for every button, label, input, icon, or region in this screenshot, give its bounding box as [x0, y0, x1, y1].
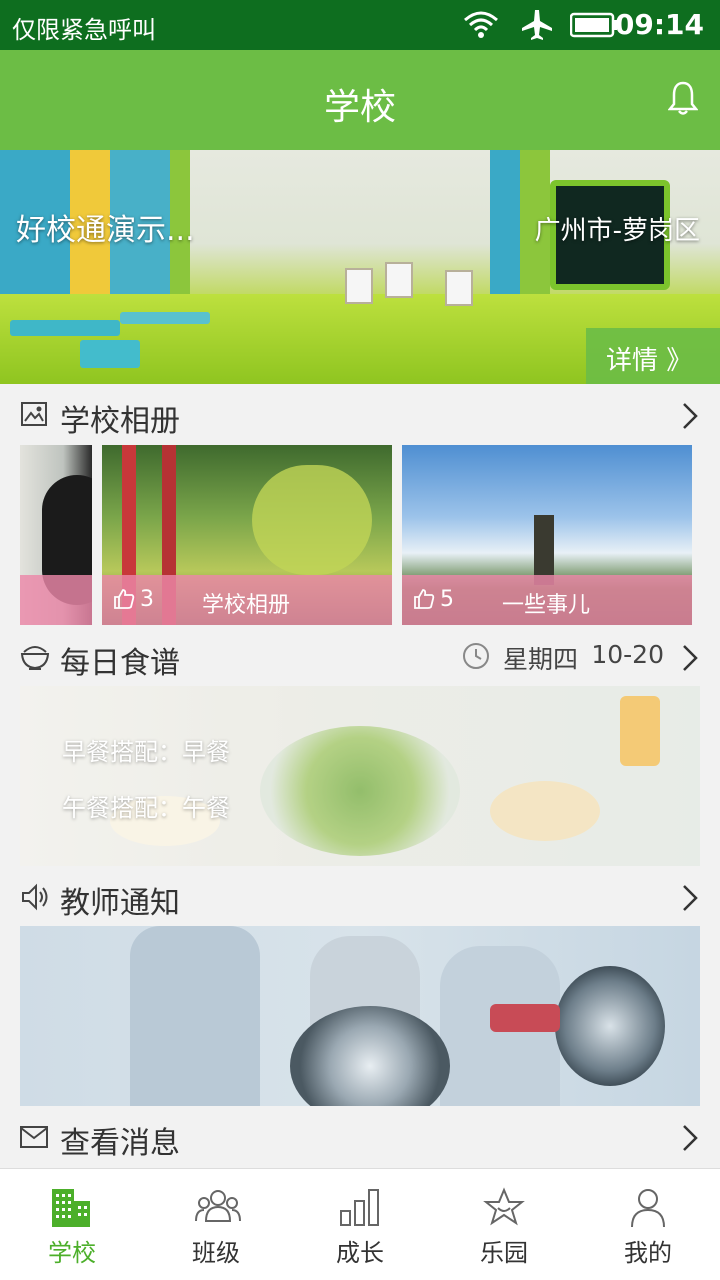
chevron-right-icon[interactable] [682, 402, 698, 434]
notice-section-header[interactable]: 教师通知 [0, 866, 720, 928]
megaphone-image [490, 1004, 560, 1032]
nav-item-school[interactable]: 学校 [0, 1169, 144, 1280]
album-card[interactable]: 3 学校相册 [102, 445, 392, 625]
chevron-right-icon[interactable] [682, 644, 698, 676]
album-card-overlay: 3 学校相册 [102, 575, 392, 625]
album-card[interactable]: 5 一些事儿 [402, 445, 692, 625]
nav-label: 班级 [192, 1239, 240, 1267]
like-count: 5 [440, 587, 454, 612]
notice-title: 教师通知 [60, 886, 180, 921]
thumbs-up-icon[interactable] [112, 587, 136, 617]
clock-icon [462, 642, 490, 674]
breakfast-text: 早餐搭配：早餐 [62, 738, 230, 766]
album-card-image [252, 465, 372, 575]
school-name: 好校通演示... [16, 213, 195, 248]
messages-title: 查看消息 [60, 1126, 180, 1161]
banner-desk [10, 320, 120, 336]
nav-item-park[interactable]: 乐园 [432, 1169, 576, 1280]
notice-person-image [130, 926, 260, 1106]
recipe-card[interactable]: 早餐搭配：早餐 午餐搭配：午餐 [20, 686, 700, 866]
bell-icon[interactable] [667, 80, 699, 120]
mail-icon [20, 1126, 48, 1152]
nav-label: 我的 [624, 1239, 672, 1267]
chevron-right-icon[interactable] [682, 884, 698, 916]
star-icon [482, 1187, 526, 1231]
clock-time: 09:14 [614, 8, 704, 41]
bottom-navigation: 学校 班级 成长 乐园 我的 [0, 1168, 720, 1280]
thumbs-up-icon[interactable] [412, 587, 436, 617]
like-count: 3 [140, 587, 154, 612]
detail-button[interactable]: 详情 》 [586, 328, 720, 384]
building-icon [50, 1187, 94, 1233]
page-title: 学校 [323, 87, 396, 128]
banner-easel [345, 268, 373, 304]
album-card-overlay: 5 一些事儿 [402, 575, 692, 625]
notice-card[interactable] [20, 926, 700, 1106]
app-header: 学校 [0, 50, 720, 150]
school-location: 广州市-萝岗区 [534, 216, 700, 246]
album-carousel[interactable]: 3 学校相册 5 一些事儿 [0, 445, 720, 625]
album-title: 学校相册 [60, 404, 180, 439]
album-card-partial[interactable] [20, 445, 92, 625]
recipe-section-header[interactable]: 每日食谱 星期四 10-20 [0, 626, 720, 688]
carrier-text: 仅限紧急呼叫 [12, 16, 156, 44]
recipe-weekday: 星期四 [502, 645, 578, 674]
recipe-date: 10-20 [591, 640, 664, 669]
bowl-icon [20, 642, 50, 676]
nav-label: 成长 [336, 1239, 384, 1267]
banner-desk [80, 340, 140, 368]
person-icon [626, 1187, 670, 1233]
speaker-icon [20, 882, 50, 916]
album-section-header[interactable]: 学校相册 [0, 384, 720, 446]
nav-item-class[interactable]: 班级 [144, 1169, 288, 1280]
banner-desk [120, 312, 210, 324]
battery-icon [569, 12, 618, 42]
nav-item-me[interactable]: 我的 [576, 1169, 720, 1280]
image-icon [20, 400, 48, 432]
chevron-right-icon[interactable] [682, 1124, 698, 1156]
lunch-text: 午餐搭配：午餐 [62, 794, 230, 822]
banner-easel [445, 270, 473, 306]
group-icon [194, 1187, 242, 1231]
recipe-title: 每日食谱 [60, 646, 180, 681]
airplane-icon [520, 8, 554, 46]
album-name: 学校相册 [202, 593, 291, 618]
nav-label: 乐园 [480, 1239, 528, 1267]
album-card-overlay [20, 575, 92, 625]
messages-section-header[interactable]: 查看消息 [0, 1106, 720, 1168]
megaphone-image [555, 966, 665, 1086]
status-bar: 仅限紧急呼叫 09:14 [0, 0, 720, 50]
nav-label: 学校 [48, 1239, 96, 1267]
wifi-icon [462, 8, 500, 44]
album-name: 一些事儿 [502, 593, 591, 618]
recipe-fade [20, 686, 700, 866]
bar-chart-icon [338, 1187, 382, 1231]
nav-item-growth[interactable]: 成长 [288, 1169, 432, 1280]
school-banner[interactable]: 好校通演示... 广州市-萝岗区 详情 》 [0, 150, 720, 384]
banner-easel [385, 262, 413, 298]
